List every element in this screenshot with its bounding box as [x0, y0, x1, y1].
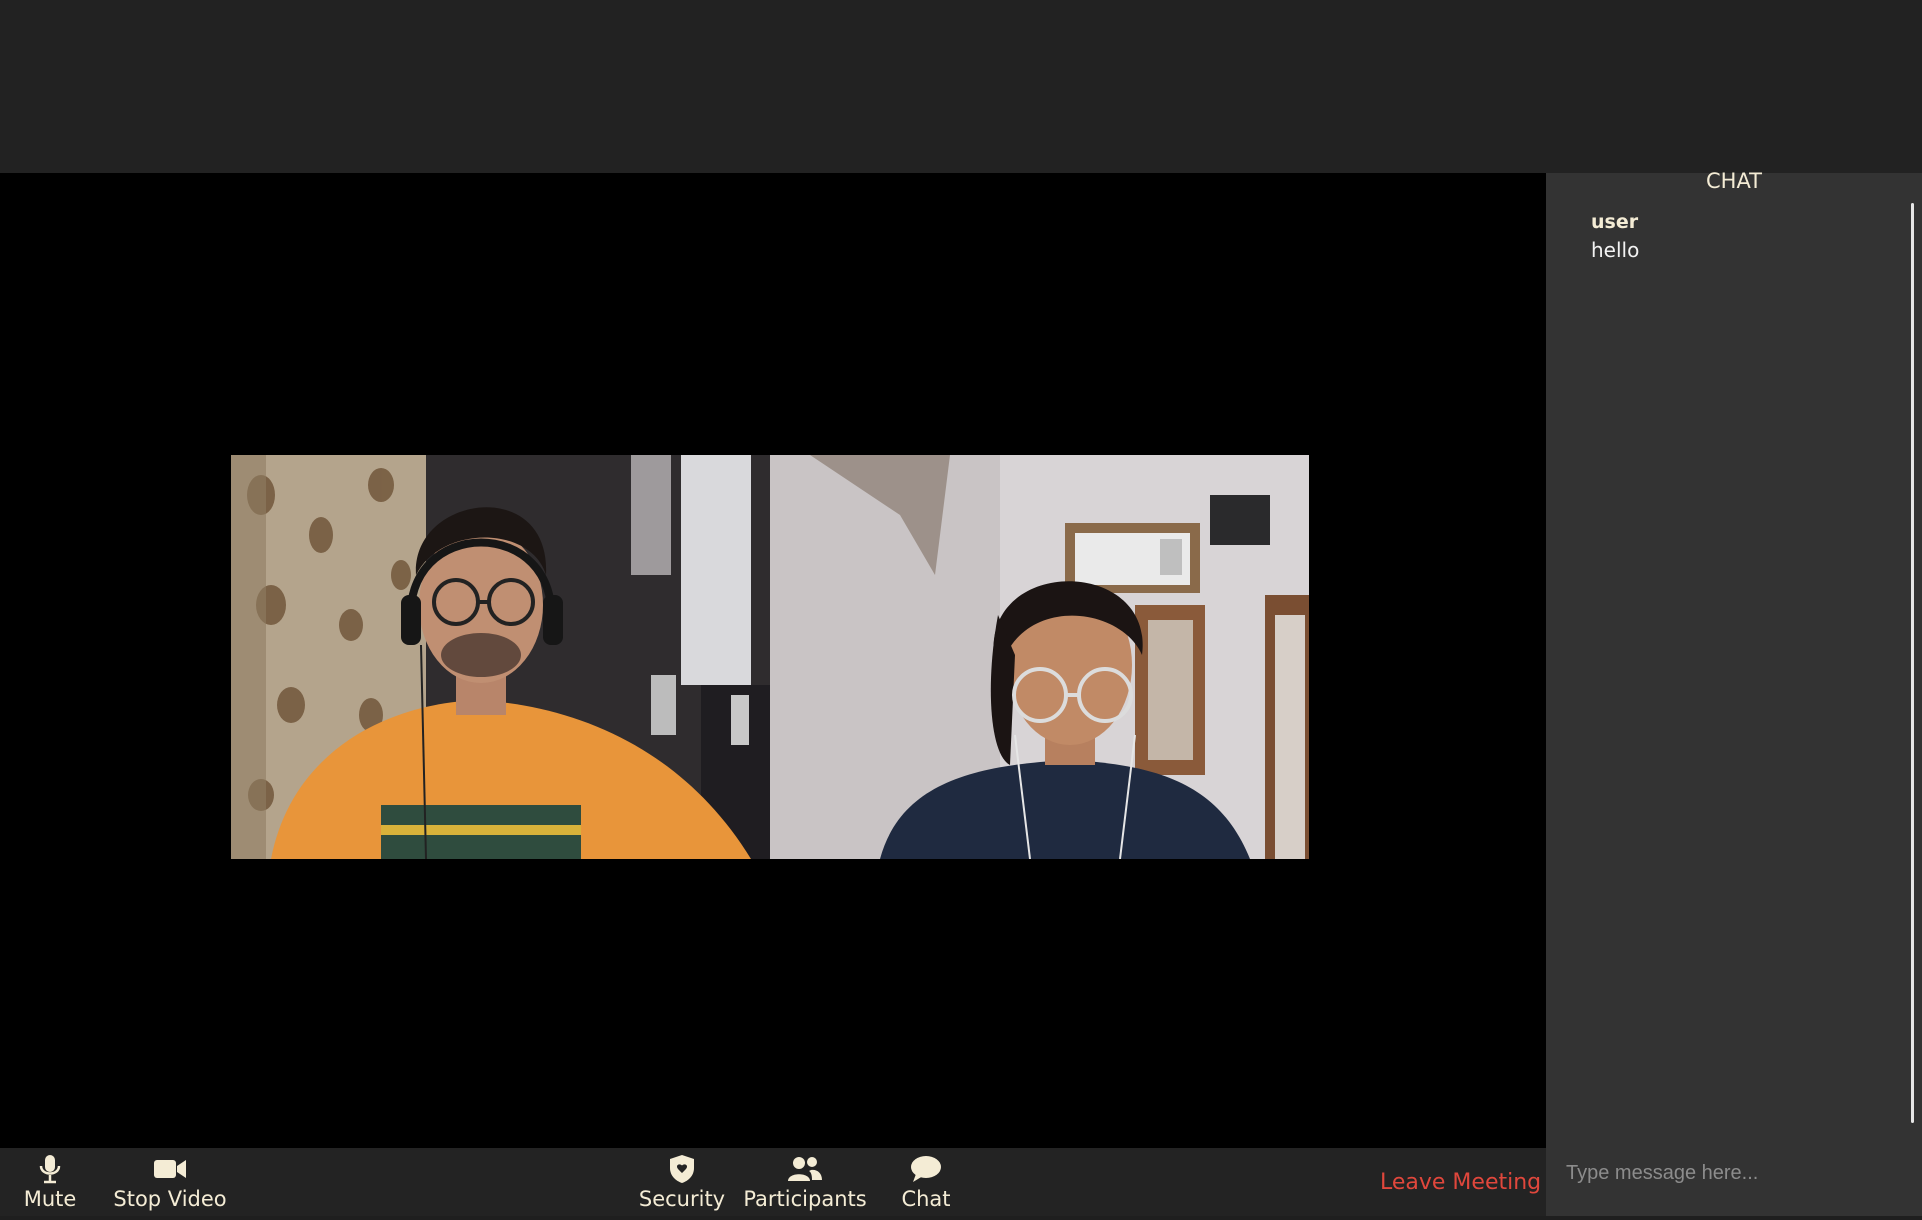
- chat-input-area: [1546, 1140, 1922, 1216]
- participant-video-1: [231, 455, 770, 859]
- participant-video-tile-1: [231, 455, 770, 859]
- mute-label: Mute: [23, 1187, 77, 1211]
- chat-message-text: hello: [1591, 238, 1640, 262]
- participant-video-tile-2: [770, 455, 1309, 859]
- speech-bubble-icon: [910, 1154, 942, 1184]
- participants-button[interactable]: Participants: [743, 1148, 867, 1216]
- participants-label: Participants: [743, 1187, 867, 1211]
- microphone-icon: [39, 1154, 61, 1184]
- chat-message-list: user hello: [1591, 209, 1891, 277]
- bottom-strip: [0, 1216, 1922, 1220]
- top-bar: [0, 0, 1922, 173]
- video-camera-icon: [153, 1154, 187, 1184]
- mute-button[interactable]: Mute: [20, 1148, 80, 1216]
- chat-label: Chat: [901, 1187, 951, 1211]
- people-icon: [787, 1154, 823, 1184]
- security-button[interactable]: Security: [638, 1148, 726, 1216]
- meeting-toolbar: Mute Stop Video Security Participants Ch…: [0, 1148, 1546, 1216]
- chat-button[interactable]: Chat: [896, 1148, 956, 1216]
- chat-title: CHAT: [1705, 169, 1763, 193]
- chat-panel: CHAT user hello: [1546, 169, 1922, 1216]
- shield-icon: [669, 1154, 695, 1184]
- stop-video-label: Stop Video: [113, 1187, 227, 1211]
- chat-scrollbar[interactable]: [1911, 203, 1914, 1123]
- chat-message: user hello: [1591, 209, 1891, 265]
- chat-message-sender: user: [1591, 211, 1639, 233]
- stop-video-button[interactable]: Stop Video: [113, 1148, 227, 1216]
- video-grid: [231, 455, 1310, 859]
- participant-video-2: [770, 455, 1309, 859]
- chat-message-input[interactable]: [1564, 1152, 1908, 1194]
- leave-meeting-button[interactable]: Leave Meeting: [1380, 1170, 1541, 1196]
- security-label: Security: [638, 1187, 726, 1211]
